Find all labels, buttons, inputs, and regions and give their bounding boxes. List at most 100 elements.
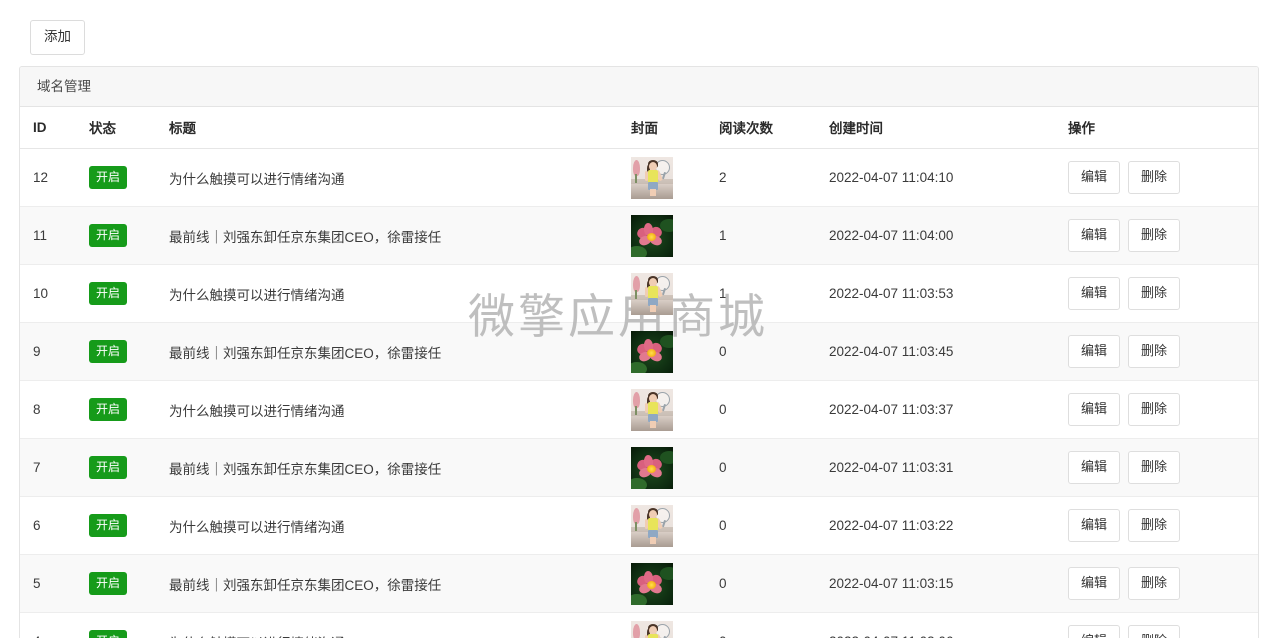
- table-row: 4 开启 为什么触摸可以进行情绪沟通 0 2022-04-07 11:03:06 编辑删除: [20, 612, 1258, 638]
- cell-title: 最前线｜刘强东卸任京东集团CEO，徐雷接任: [169, 554, 631, 613]
- cell-created: 2022-04-07 11:03:15: [829, 554, 1066, 613]
- add-button[interactable]: 添加: [30, 20, 85, 55]
- row-id: 10: [33, 286, 49, 301]
- edit-button[interactable]: 编辑: [1068, 277, 1121, 310]
- cell-state: 开启: [89, 322, 169, 381]
- status-badge[interactable]: 开启: [89, 456, 128, 479]
- edit-button[interactable]: 编辑: [1068, 509, 1121, 542]
- row-id: 4: [33, 634, 41, 638]
- cell-reads: 0: [719, 496, 829, 555]
- cell-cover: [631, 554, 719, 613]
- cell-created: 2022-04-07 11:03:45: [829, 322, 1066, 381]
- table-body: 12 开启 为什么触摸可以进行情绪沟通 2 2022-04-07 11:04:10 编辑删…: [20, 148, 1258, 638]
- row-read-count: 1: [719, 286, 727, 301]
- row-created-time: 2022-04-07 11:03:53: [829, 286, 954, 301]
- cell-title: 为什么触摸可以进行情绪沟通: [169, 612, 631, 638]
- row-read-count: 0: [719, 460, 727, 475]
- row-created-time: 2022-04-07 11:03:22: [829, 518, 954, 533]
- cell-id: 12: [20, 148, 89, 207]
- row-id: 6: [33, 518, 41, 533]
- edit-button[interactable]: 编辑: [1068, 393, 1121, 426]
- cell-reads: 0: [719, 380, 829, 439]
- cell-ops: 编辑删除: [1066, 322, 1258, 381]
- status-badge[interactable]: 开启: [89, 282, 128, 305]
- cell-created: 2022-04-07 11:04:10: [829, 148, 1066, 207]
- edit-button[interactable]: 编辑: [1068, 161, 1121, 194]
- row-title: 最前线｜刘强东卸任京东集团CEO，徐雷接任: [169, 345, 442, 361]
- cell-ops: 编辑删除: [1066, 496, 1258, 555]
- panel-title: 域名管理: [20, 67, 1258, 107]
- cell-cover: [631, 206, 719, 265]
- cell-state: 开启: [89, 496, 169, 555]
- delete-button[interactable]: 删除: [1128, 509, 1181, 542]
- row-created-time: 2022-04-07 11:03:45: [829, 344, 954, 359]
- row-action-group: 编辑删除: [1068, 567, 1258, 600]
- row-title: 为什么触摸可以进行情绪沟通: [169, 403, 345, 419]
- row-read-count: 0: [719, 634, 727, 638]
- cell-title: 最前线｜刘强东卸任京东集团CEO，徐雷接任: [169, 206, 631, 265]
- row-read-count: 0: [719, 402, 727, 417]
- edit-button[interactable]: 编辑: [1068, 625, 1121, 638]
- status-badge[interactable]: 开启: [89, 166, 128, 189]
- row-title: 为什么触摸可以进行情绪沟通: [169, 287, 345, 303]
- delete-button[interactable]: 删除: [1128, 393, 1181, 426]
- row-id: 8: [33, 402, 41, 417]
- cell-ops: 编辑删除: [1066, 380, 1258, 439]
- table-row: 12 开启 为什么触摸可以进行情绪沟通 2 2022-04-07 11:04:10 编辑删…: [20, 148, 1258, 207]
- person-thumbnail-image: [631, 620, 673, 638]
- cell-ops: 编辑删除: [1066, 438, 1258, 497]
- lotus-thumbnail-image: [631, 330, 673, 373]
- cell-created: 2022-04-07 11:03:37: [829, 380, 1066, 439]
- row-title: 最前线｜刘强东卸任京东集团CEO，徐雷接任: [169, 577, 442, 593]
- row-action-group: 编辑删除: [1068, 509, 1258, 542]
- row-id: 7: [33, 460, 41, 475]
- status-badge[interactable]: 开启: [89, 224, 128, 247]
- status-badge[interactable]: 开启: [89, 398, 128, 421]
- row-created-time: 2022-04-07 11:03:37: [829, 402, 954, 417]
- row-created-time: 2022-04-07 11:04:10: [829, 170, 954, 185]
- delete-button[interactable]: 删除: [1128, 277, 1181, 310]
- lotus-thumbnail-image: [631, 446, 673, 489]
- delete-button[interactable]: 删除: [1128, 567, 1181, 600]
- edit-button[interactable]: 编辑: [1068, 567, 1121, 600]
- delete-button[interactable]: 删除: [1128, 219, 1181, 252]
- edit-button[interactable]: 编辑: [1068, 219, 1121, 252]
- delete-button[interactable]: 删除: [1128, 161, 1181, 194]
- delete-button[interactable]: 删除: [1128, 335, 1181, 368]
- cell-reads: 2: [719, 148, 829, 207]
- domain-management-panel: 域名管理 ID 状态 标题 封面 阅读次数 创建时间 操作 12 开启 为什么触摸可…: [19, 66, 1259, 638]
- cell-created: 2022-04-07 11:03:53: [829, 264, 1066, 323]
- row-id: 12: [33, 170, 49, 185]
- cell-title: 为什么触摸可以进行情绪沟通: [169, 148, 631, 207]
- table-head: ID 状态 标题 封面 阅读次数 创建时间 操作: [20, 107, 1258, 149]
- status-badge[interactable]: 开启: [89, 340, 128, 363]
- cell-cover: [631, 322, 719, 381]
- row-created-time: 2022-04-07 11:04:00: [829, 228, 954, 243]
- toolbar: 添加: [30, 20, 85, 55]
- status-badge[interactable]: 开启: [89, 572, 128, 595]
- row-id: 9: [33, 344, 41, 359]
- row-created-time: 2022-04-07 11:03:31: [829, 460, 954, 475]
- row-title: 为什么触摸可以进行情绪沟通: [169, 519, 345, 535]
- lotus-thumbnail-image: [631, 214, 673, 257]
- row-read-count: 0: [719, 518, 727, 533]
- status-badge[interactable]: 开启: [89, 630, 128, 638]
- cell-ops: 编辑删除: [1066, 612, 1258, 638]
- cell-created: 2022-04-07 11:03:31: [829, 438, 1066, 497]
- table-row: 8 开启 为什么触摸可以进行情绪沟通 0 2022-04-07 11:03:37 编辑 删除: [20, 380, 1258, 439]
- edit-button[interactable]: 编辑: [1068, 451, 1121, 484]
- person-thumbnail-image: [631, 504, 673, 547]
- column-header-state: 状态: [89, 107, 169, 149]
- delete-button[interactable]: 删除: [1128, 625, 1181, 638]
- cell-cover: [631, 612, 719, 638]
- column-header-cover: 封面: [631, 107, 719, 149]
- delete-button[interactable]: 删除: [1128, 451, 1181, 484]
- table-row: 9 开启 最前线｜刘强东卸任京东集团CEO，徐雷接任 0 2022-04-07 11:0…: [20, 322, 1258, 381]
- row-action-group: 编辑删除: [1068, 451, 1258, 484]
- cell-id: 6: [20, 496, 89, 555]
- articles-table: ID 状态 标题 封面 阅读次数 创建时间 操作 12 开启 为什么触摸可以进行情绪…: [20, 107, 1258, 638]
- row-id: 5: [33, 576, 41, 591]
- status-badge[interactable]: 开启: [89, 514, 128, 537]
- edit-button[interactable]: 编辑: [1068, 335, 1121, 368]
- cell-ops: 编辑删除: [1066, 148, 1258, 207]
